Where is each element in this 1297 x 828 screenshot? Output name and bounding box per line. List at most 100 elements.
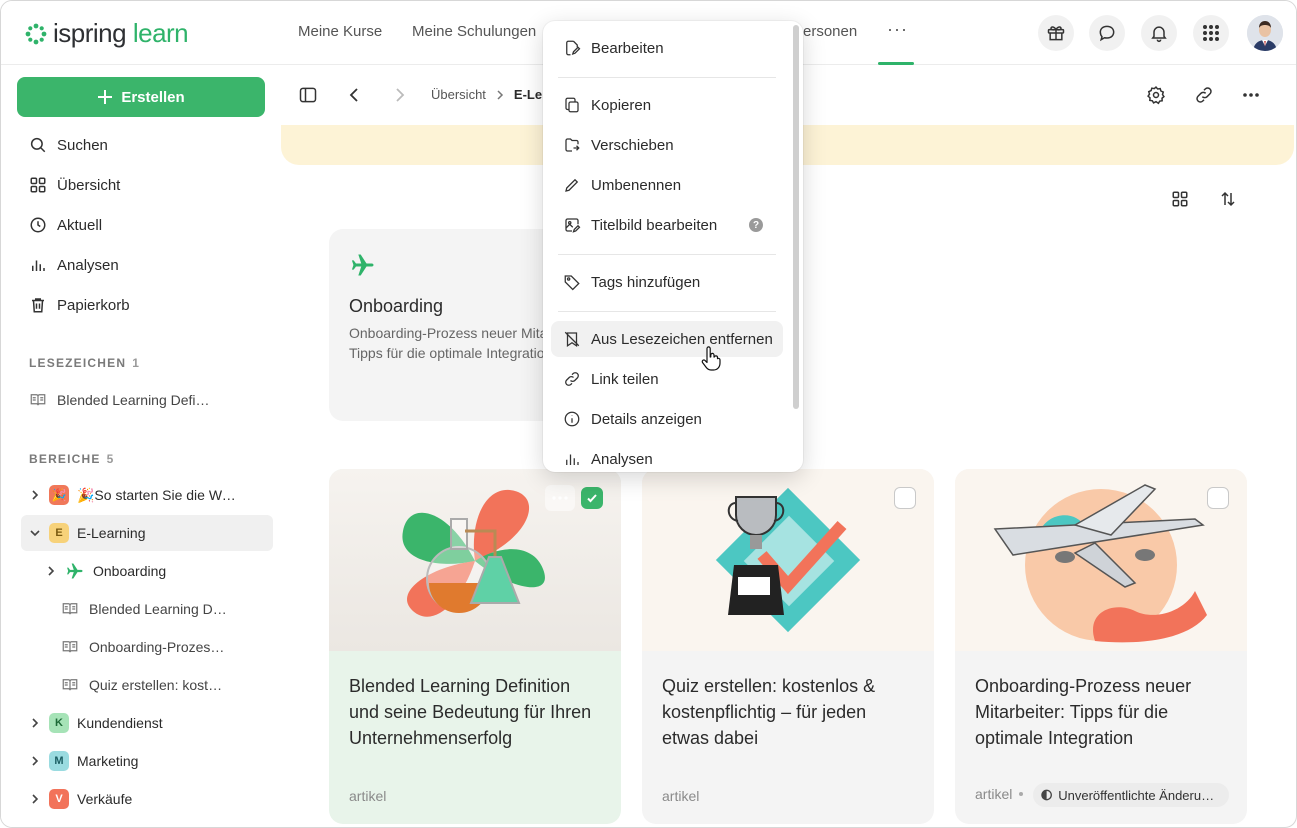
- sidebar-item-trash[interactable]: Papierkorb: [29, 293, 130, 317]
- grid-icon: [30, 177, 46, 193]
- card-select-checkbox[interactable]: [894, 487, 916, 509]
- help-icon[interactable]: ?: [749, 218, 763, 232]
- menu-item-analytics[interactable]: Analysen: [551, 441, 783, 472]
- nav-personen[interactable]: ersonen: [803, 23, 857, 40]
- sidebar-item-recent[interactable]: Aktuell: [29, 213, 102, 237]
- toggle-sidebar-button[interactable]: [296, 83, 320, 107]
- content-card-blended-learning[interactable]: Blended Learning Definition und seine Be…: [329, 469, 621, 824]
- chevron-right-icon[interactable]: [27, 715, 43, 731]
- area-badge: M: [49, 751, 69, 771]
- chevron-left-icon: [349, 88, 358, 102]
- menu-item-move[interactable]: Verschieben: [551, 127, 783, 163]
- menu-item-details[interactable]: Details anzeigen: [551, 401, 783, 437]
- bookmarks-section-title: LESEZEICHEN 1: [29, 356, 141, 370]
- grid-view-icon: [1172, 191, 1188, 207]
- chevron-right-icon[interactable]: [27, 791, 43, 807]
- forward-button[interactable]: [387, 83, 411, 107]
- chevron-down-icon[interactable]: [27, 525, 43, 541]
- tag-icon: [564, 275, 580, 291]
- pencil-icon: [565, 178, 579, 192]
- check-icon: [587, 494, 597, 503]
- tree-item-onboarding[interactable]: Onboarding: [41, 553, 273, 589]
- breadcrumb-root[interactable]: Übersicht: [431, 87, 486, 102]
- tree-item-article[interactable]: Blended Learning Definition: [61, 591, 273, 627]
- status-badge-unpublished: Unveröffentlichte Änderungen: [1033, 783, 1229, 807]
- content-card-onboarding-process[interactable]: Onboarding-Prozess neuer Mitarbeiter: Ti…: [955, 469, 1247, 824]
- sidebar-item-overview[interactable]: Übersicht: [29, 173, 120, 197]
- tree-item-label: Kundendienst: [77, 715, 163, 731]
- book-icon: [62, 603, 78, 615]
- sidebar-item-label: Papierkorb: [57, 296, 130, 314]
- card-cover-image: [955, 469, 1247, 651]
- back-button[interactable]: [343, 83, 367, 107]
- tree-item-label: Verkäufe: [77, 791, 133, 807]
- user-avatar[interactable]: [1247, 15, 1283, 51]
- nav-meine-kurse[interactable]: Meine Kurse: [298, 23, 382, 40]
- tree-item-label: Onboarding: [93, 563, 167, 579]
- menu-item-rename[interactable]: Umbenennen: [551, 167, 783, 203]
- sidebar-toggle-icon: [299, 87, 317, 103]
- tree-item-sales[interactable]: V Verkäufe: [21, 781, 273, 817]
- menu-separator: [558, 311, 776, 312]
- card-cover-image: [642, 469, 934, 651]
- gift-icon: [1047, 26, 1065, 41]
- tree-item-getting-started[interactable]: 🎉 🎉So starten Sie die Weiterbildung: [21, 477, 273, 513]
- ispring-logo[interactable]: ispring learn: [25, 18, 189, 49]
- menu-item-edit[interactable]: Bearbeiten: [551, 30, 783, 66]
- menu-separator: [558, 77, 776, 78]
- search-icon: [30, 137, 46, 153]
- bookmark-item[interactable]: Blended Learning Definition und seine Be…: [29, 388, 229, 412]
- book-icon: [62, 679, 78, 691]
- info-icon: [564, 411, 580, 427]
- card-select-checkbox[interactable]: [581, 487, 603, 509]
- tree-item-article[interactable]: Onboarding-Prozess neuer Mitarbeiter: [61, 629, 273, 665]
- chat-icon: [1099, 25, 1115, 42]
- tree-item-e-learning[interactable]: E E-Learning: [21, 515, 273, 551]
- chevron-right-icon[interactable]: [43, 563, 59, 579]
- chevron-right-icon[interactable]: [27, 487, 43, 503]
- tree-item-label: 🎉So starten Sie die Weiterbildung: [77, 486, 237, 503]
- sidebar-item-analytics[interactable]: Analysen: [29, 253, 119, 277]
- gift-button[interactable]: [1038, 15, 1074, 51]
- airplane-icon: [67, 563, 83, 579]
- sidebar: Erstellen Suchen Übersicht Aktuell Analy…: [1, 66, 281, 827]
- sidebar-item-label: Analysen: [57, 256, 119, 274]
- sidebar-item-label: Übersicht: [57, 176, 121, 194]
- separator-dot: [1019, 792, 1023, 796]
- menu-item-copy[interactable]: Kopieren: [551, 87, 783, 123]
- menu-item-add-tags[interactable]: Tags hinzufügen: [551, 264, 783, 300]
- avatar-image: [1247, 15, 1283, 51]
- nav-more[interactable]: ···: [887, 19, 908, 40]
- sort-button[interactable]: [1216, 187, 1240, 211]
- card-select-checkbox[interactable]: [1207, 487, 1229, 509]
- copy-link-button[interactable]: [1192, 83, 1216, 107]
- tree-item-article[interactable]: Quiz erstellen: kostenlos: [61, 667, 273, 703]
- menu-item-edit-cover[interactable]: Titelbild bearbeiten ?: [551, 207, 783, 243]
- card-more-button[interactable]: [545, 485, 575, 511]
- tree-item-label: Marketing: [77, 753, 139, 769]
- sidebar-item-search[interactable]: Suchen: [29, 133, 108, 157]
- card-type: artikel: [349, 788, 387, 804]
- hand-cursor-icon: [701, 346, 721, 371]
- card-title: Quiz erstellen: kostenlos & kostenpflich…: [662, 676, 876, 748]
- nav-meine-schulungen[interactable]: Meine Schulungen: [412, 23, 536, 40]
- sort-icon: [1221, 191, 1235, 207]
- chevron-right-icon: [497, 89, 503, 100]
- settings-button[interactable]: [1144, 83, 1168, 107]
- grid-view-button[interactable]: [1168, 187, 1192, 211]
- card-cover-image: [329, 469, 621, 651]
- content-card-quiz[interactable]: Quiz erstellen: kostenlos & kostenpflich…: [642, 469, 934, 824]
- notifications-button[interactable]: [1141, 15, 1177, 51]
- chevron-right-icon[interactable]: [27, 753, 43, 769]
- menu-scrollbar[interactable]: [793, 25, 799, 409]
- tree-item-marketing[interactable]: M Marketing: [21, 743, 273, 779]
- tree-item-customer-service[interactable]: K Kundendienst: [21, 705, 273, 741]
- chat-button[interactable]: [1089, 15, 1125, 51]
- menu-item-remove-bookmark[interactable]: Aus Lesezeichen entfernen: [551, 321, 783, 357]
- apps-button[interactable]: [1193, 15, 1229, 51]
- create-button[interactable]: Erstellen: [17, 77, 265, 117]
- card-type: artikel: [975, 786, 1013, 802]
- more-options-button[interactable]: [1239, 83, 1263, 107]
- bookmark-off-icon: [564, 331, 580, 347]
- menu-item-share-link[interactable]: Link teilen: [551, 361, 783, 397]
